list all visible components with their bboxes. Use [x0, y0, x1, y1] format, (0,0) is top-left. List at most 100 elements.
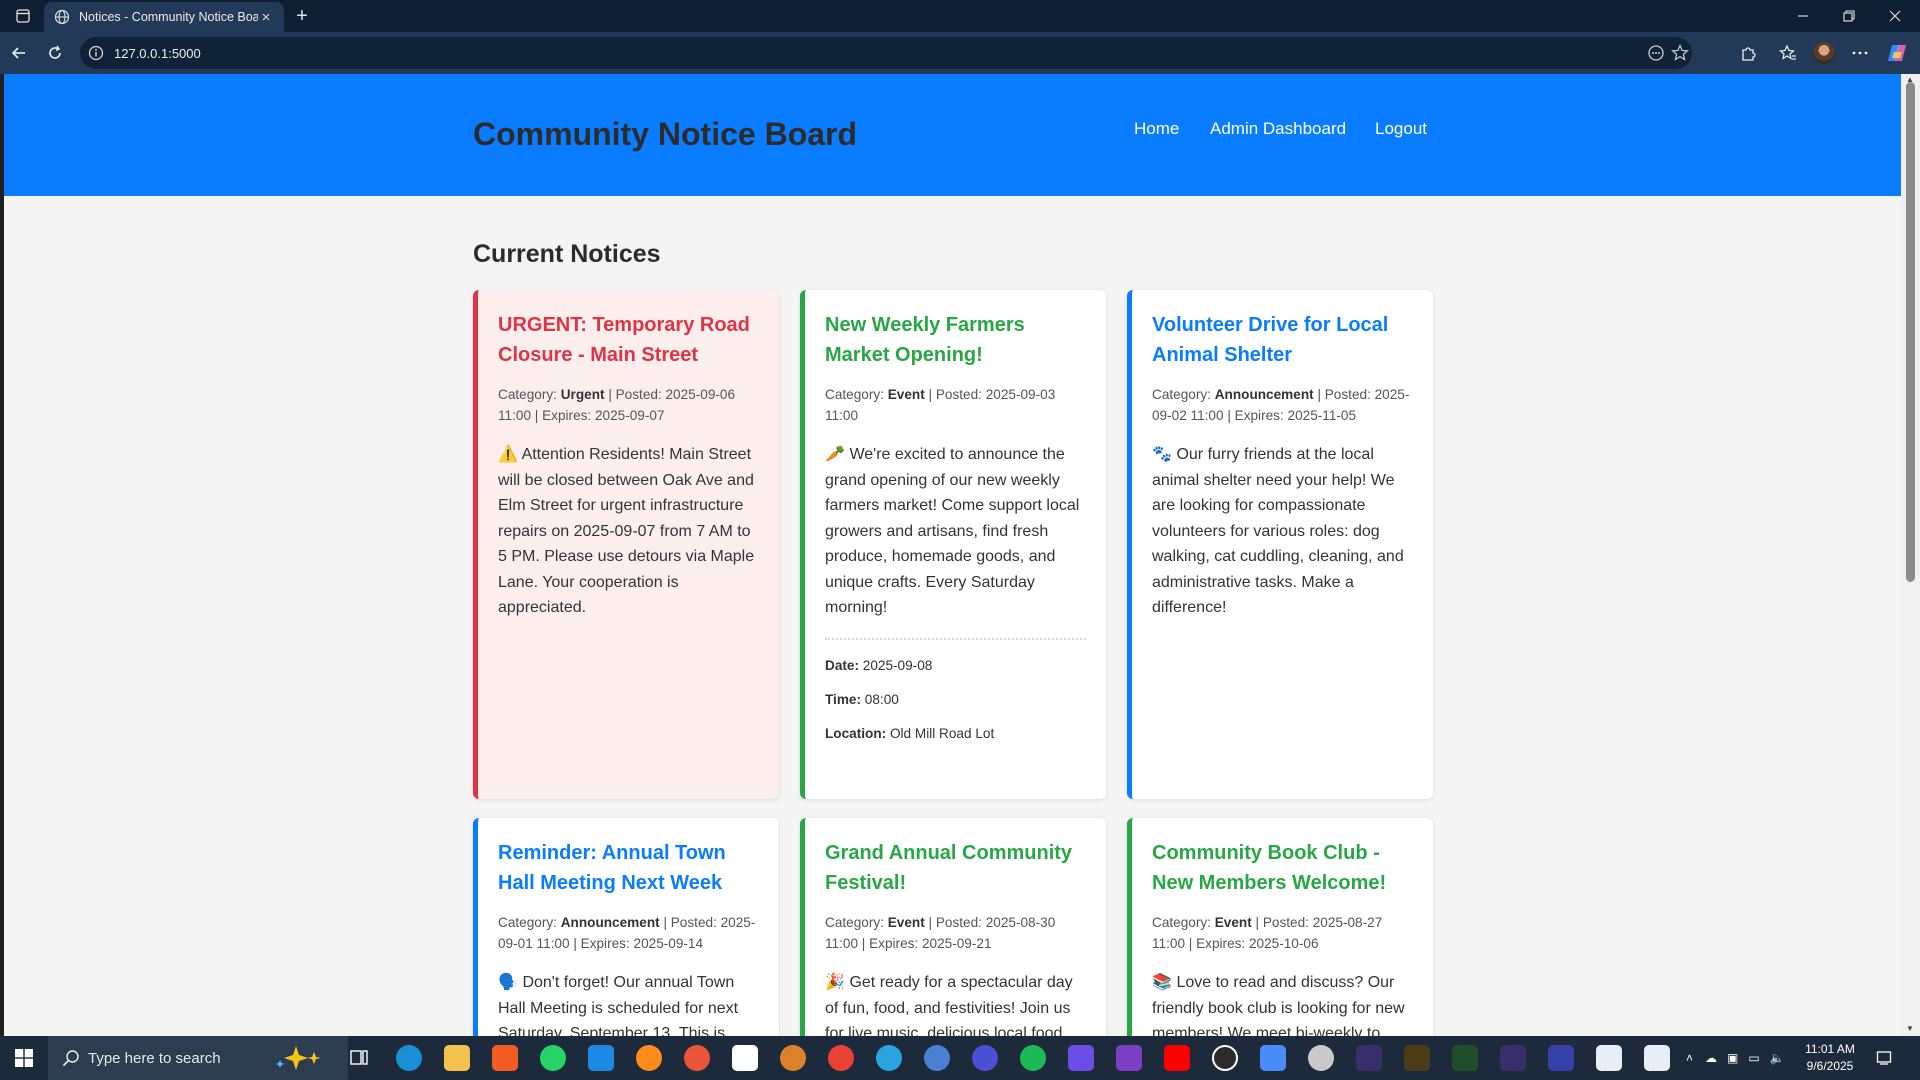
- onedrive-icon[interactable]: ☁: [1705, 1051, 1717, 1065]
- qbittorrent-icon[interactable]: [924, 1045, 950, 1071]
- windows-taskbar: Type here to search ˄ ☁ ▣ ▭ 🔈 11:01 AM 9…: [0, 1036, 1920, 1080]
- whatsapp-icon[interactable]: [540, 1045, 566, 1071]
- notice-body: 📚 Love to read and discuss? Our friendly…: [1152, 970, 1413, 1036]
- new-tab-icon[interactable]: +: [288, 2, 316, 30]
- notice-card: New Weekly Farmers Market Opening! Categ…: [800, 290, 1106, 799]
- telegram-icon[interactable]: [876, 1045, 902, 1071]
- address-bar[interactable]: 127.0.0.1:5000: [80, 37, 1692, 69]
- event-location-label: Location:: [825, 725, 887, 741]
- minimize-icon[interactable]: [1780, 0, 1826, 32]
- app-icon[interactable]: [1116, 1045, 1142, 1071]
- restore-icon[interactable]: [1826, 0, 1872, 32]
- nav-home-link[interactable]: Home: [1134, 119, 1179, 139]
- system-clock[interactable]: 11:01 AM 9/6/2025: [1790, 1041, 1870, 1075]
- notice-title: Reminder: Annual Town Hall Meeting Next …: [498, 842, 726, 894]
- notice-body: 🎉 Get ready for a spectacular day of fun…: [825, 970, 1086, 1036]
- address-toolbar: 127.0.0.1:5000: [0, 32, 1920, 74]
- event-date-label: Date:: [825, 657, 859, 673]
- capcut-icon[interactable]: [732, 1045, 758, 1071]
- taskbar-search-box[interactable]: Type here to search: [48, 1036, 348, 1080]
- app-icon[interactable]: [972, 1045, 998, 1071]
- copilot-icon[interactable]: [1882, 38, 1912, 68]
- favorites-icon[interactable]: [1773, 38, 1803, 68]
- extensions-icon[interactable]: [1733, 38, 1763, 68]
- event-date: Date: 2025-09-08: [825, 658, 1086, 673]
- tray-icons[interactable]: ˄ ☁ ▣ ▭ 🔈: [1686, 1036, 1785, 1080]
- gemini-icon[interactable]: [1260, 1045, 1286, 1071]
- favorite-star-icon[interactable]: [1670, 43, 1690, 63]
- notice-body-text: Our furry friends at the local animal sh…: [1152, 446, 1404, 616]
- tab-actions-icon[interactable]: [0, 0, 46, 32]
- event-time-value: 08:00: [864, 691, 899, 707]
- sparkle-icon: [275, 1046, 321, 1070]
- nav-logout-link[interactable]: Logout: [1375, 119, 1427, 139]
- page-viewport: Community Notice Board Home Admin Dashbo…: [4, 74, 1901, 1036]
- more-options-icon[interactable]: [1845, 38, 1875, 68]
- nav-admin-dashboard-link[interactable]: Admin Dashboard: [1210, 119, 1346, 139]
- reading-mode-icon[interactable]: [1646, 43, 1666, 63]
- party-popper-icon: 🎉: [825, 974, 845, 991]
- windows-start-icon[interactable]: [0, 1036, 48, 1080]
- app-icon[interactable]: [1356, 1045, 1382, 1071]
- fruit-app-icon[interactable]: [780, 1045, 806, 1071]
- app-icon[interactable]: [1548, 1045, 1574, 1071]
- app-icon[interactable]: [1404, 1045, 1430, 1071]
- app-icon[interactable]: [1452, 1045, 1478, 1071]
- page-scrollbar[interactable]: ▲ ▼: [1901, 74, 1920, 1036]
- browser-tab[interactable]: Notices - Community Notice Board ×: [44, 2, 284, 32]
- notice-card: Community Book Club - New Members Welcom…: [1127, 818, 1433, 1036]
- file-explorer-icon[interactable]: [444, 1045, 470, 1071]
- tab-title: Notices - Community Notice Board: [79, 10, 258, 24]
- chatgpt-icon[interactable]: [1212, 1045, 1238, 1071]
- app-icon[interactable]: [1500, 1045, 1526, 1071]
- app-icon[interactable]: [1308, 1045, 1334, 1071]
- event-time-label: Time:: [825, 691, 862, 707]
- notice-category: Announcement: [560, 915, 660, 930]
- show-hidden-icons-icon[interactable]: ˄: [1686, 1051, 1693, 1065]
- brave-icon[interactable]: [492, 1045, 518, 1071]
- site-info-icon[interactable]: [88, 45, 104, 61]
- site-title: Community Notice Board: [473, 116, 858, 152]
- notice-body-text: Attention Residents! Main Street will be…: [498, 446, 755, 616]
- search-icon: [62, 1050, 79, 1067]
- notice-card: URGENT: Temporary Road Closure - Main St…: [473, 290, 779, 799]
- speaking-head-icon: 🗣️: [498, 974, 518, 991]
- notice-body: 🗣️ Don't forget! Our annual Town Hall Me…: [498, 970, 759, 1036]
- youtube-icon[interactable]: [1164, 1045, 1190, 1071]
- vscode-icon[interactable]: [588, 1045, 614, 1071]
- notifications-icon[interactable]: [1876, 1036, 1892, 1080]
- network-icon[interactable]: ▭: [1748, 1051, 1759, 1065]
- meta-category-label: Category:: [1152, 387, 1211, 402]
- volume-icon[interactable]: 🔈: [1770, 1051, 1785, 1065]
- clock-date: 9/6/2025: [1806, 1059, 1854, 1073]
- edge-icon[interactable]: [396, 1045, 422, 1071]
- meta-category-label: Category:: [825, 387, 884, 402]
- refresh-icon[interactable]: [40, 38, 70, 68]
- scroll-down-icon[interactable]: ▼: [1905, 1025, 1915, 1033]
- notice-meta: Category: Urgent | Posted: 2025-09-06 11…: [498, 384, 759, 426]
- clock-time: 11:01 AM: [1805, 1042, 1855, 1056]
- event-location-value: Old Mill Road Lot: [889, 725, 995, 741]
- notice-body: 🥕 We're excited to announce the grand op…: [825, 442, 1086, 621]
- notice-meta: Category: Event | Posted: 2025-08-30 11:…: [825, 912, 1086, 954]
- back-icon[interactable]: [4, 38, 34, 68]
- watermelon-icon[interactable]: [684, 1045, 710, 1071]
- meta-category-label: Category:: [825, 915, 884, 930]
- notice-card: Volunteer Drive for Local Animal Shelter…: [1127, 290, 1433, 799]
- camera-icon[interactable]: ▣: [1727, 1051, 1738, 1065]
- notice-meta: Category: Event | Posted: 2025-09-03 11:…: [825, 384, 1086, 426]
- notice-title: New Weekly Farmers Market Opening!: [825, 314, 1025, 366]
- profile-avatar[interactable]: [1813, 42, 1835, 64]
- spotify-icon[interactable]: [1020, 1045, 1046, 1071]
- app-icon[interactable]: [1596, 1045, 1622, 1071]
- close-tab-icon[interactable]: ×: [258, 9, 274, 26]
- diamond-app-icon[interactable]: [1068, 1045, 1094, 1071]
- task-view-icon[interactable]: [346, 1045, 372, 1071]
- notice-body: ⚠️ Attention Residents! Main Street will…: [498, 442, 759, 621]
- chrome-icon[interactable]: [828, 1045, 854, 1071]
- scrollbar-thumb[interactable]: [1906, 82, 1915, 582]
- close-window-icon[interactable]: [1872, 0, 1918, 32]
- site-header: Community Notice Board Home Admin Dashbo…: [4, 74, 1901, 196]
- app-icon[interactable]: [1644, 1045, 1670, 1071]
- search-app-icon[interactable]: [636, 1045, 662, 1071]
